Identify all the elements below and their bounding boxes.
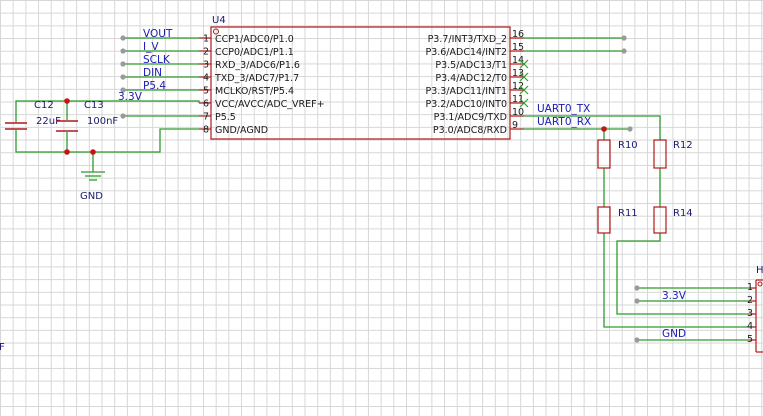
u4-pin-num: 10 bbox=[512, 107, 524, 118]
connector-pin-num: 4 bbox=[747, 321, 753, 332]
net-label-din: DIN bbox=[143, 67, 162, 79]
u4-pin-name: P3.6/ADC14/INT2 bbox=[425, 47, 507, 58]
capacitor-c12[interactable] bbox=[5, 122, 27, 130]
ground-symbol bbox=[81, 171, 105, 181]
net-endpoint[interactable] bbox=[634, 298, 640, 304]
u4-pin-name: P3.7/INT3/TXD_2 bbox=[428, 34, 507, 45]
net-label-3v3-connector: 3.3V bbox=[662, 290, 687, 302]
junction-dot bbox=[64, 98, 70, 104]
u4-pin-name: P3.1/ADC9/TXD bbox=[434, 112, 507, 123]
resistor-r12[interactable] bbox=[653, 139, 667, 169]
u4-pin-num: 13 bbox=[512, 68, 524, 79]
net-endpoint[interactable] bbox=[621, 35, 627, 41]
u4-pin-name: P5.5 bbox=[215, 112, 236, 123]
net-endpoint[interactable] bbox=[634, 337, 640, 343]
u4-pin-num: 15 bbox=[512, 42, 524, 53]
u4-pin-num: 11 bbox=[512, 94, 524, 105]
connector-pin1-marker bbox=[757, 281, 763, 287]
left-edge-fragment: F bbox=[0, 342, 5, 353]
u4-pin-name: P3.3/ADC11/INT1 bbox=[425, 86, 507, 97]
net-label-gnd-connector: GND bbox=[662, 328, 686, 340]
r14-ref: R14 bbox=[673, 208, 693, 219]
u4-pin-num: 1 bbox=[203, 34, 209, 45]
u4-pin-name: P3.5/ADC13/T1 bbox=[435, 60, 507, 71]
resistor-r14[interactable] bbox=[653, 206, 667, 234]
u4-pin-num: 2 bbox=[203, 47, 209, 58]
u4-pin-num: 16 bbox=[512, 29, 524, 40]
u4-pin-name: RXD_3/ADC6/P1.6 bbox=[215, 60, 300, 71]
u4-pin-name: MCLKO/RST/P5.4 bbox=[215, 86, 294, 97]
connector-pin-num: 1 bbox=[747, 282, 753, 293]
u4-pin-name: P3.2/ADC10/INT0 bbox=[425, 99, 507, 110]
u4-pin-name: P3.4/ADC12/T0 bbox=[435, 73, 507, 84]
u4-pin-num: 4 bbox=[203, 73, 209, 84]
u4-pin-num: 9 bbox=[512, 120, 518, 131]
r12-ref: R12 bbox=[673, 140, 693, 151]
net-label-sclk: SCLK bbox=[143, 54, 171, 66]
net-endpoint[interactable] bbox=[120, 113, 126, 119]
junction-dot bbox=[601, 126, 607, 132]
net-label-p5-4: P5.4 bbox=[143, 80, 166, 92]
junction-dot bbox=[64, 149, 70, 155]
net-endpoint[interactable] bbox=[120, 74, 126, 80]
resistor-r11[interactable] bbox=[597, 206, 611, 234]
c13-ref: C13 bbox=[84, 100, 104, 111]
u4-pin-num: 3 bbox=[203, 60, 209, 71]
u4-pin-name: TXD_3/ADC7/P1.7 bbox=[214, 73, 299, 84]
net-endpoint[interactable] bbox=[634, 285, 640, 291]
net-endpoint[interactable] bbox=[120, 48, 126, 54]
u4-pin-name: CCP1/ADC0/P1.0 bbox=[215, 34, 294, 45]
u4-ref: U4 bbox=[212, 15, 226, 26]
net-label-uart0-tx: UART0_TX bbox=[537, 103, 590, 115]
u4-pin-num: 5 bbox=[203, 86, 209, 97]
junction-dot bbox=[90, 149, 96, 155]
r11-ref: R11 bbox=[618, 208, 638, 219]
connector-ref: H bbox=[756, 265, 763, 276]
resistor-r10[interactable] bbox=[597, 139, 611, 169]
connector-pin-num: 3 bbox=[747, 308, 753, 319]
connector-pin-num: 2 bbox=[747, 295, 753, 306]
net-label-3v3: 3.3V bbox=[118, 91, 143, 103]
net-endpoint[interactable] bbox=[120, 61, 126, 67]
net-endpoint[interactable] bbox=[621, 48, 627, 54]
u4-pin-name: GND/AGND bbox=[215, 125, 268, 136]
u4-pin-num: 7 bbox=[203, 112, 209, 123]
net-endpoint[interactable] bbox=[120, 35, 126, 41]
c13-value: 100nF bbox=[87, 116, 118, 127]
connector-pin-num: 5 bbox=[747, 334, 753, 345]
u4-pin-name: P3.0/ADC8/RXD bbox=[433, 125, 507, 136]
schematic-canvas: U4 1 2 3 4 5 6 7 8 CCP1/ADC0/P1.0 CCP0/A… bbox=[0, 15, 763, 353]
u4-pin-name: CCP0/ADC1/P1.1 bbox=[215, 47, 294, 58]
net-endpoint[interactable] bbox=[627, 126, 633, 132]
c12-ref: C12 bbox=[34, 100, 54, 111]
r10-ref: R10 bbox=[618, 140, 638, 151]
net-label-i-v: I_V bbox=[143, 41, 159, 53]
u4-pin-num: 6 bbox=[203, 99, 209, 110]
u4-pin-name: VCC/AVCC/ADC_VREF+ bbox=[215, 99, 325, 110]
right-net-wires bbox=[524, 37, 750, 341]
net-label-uart0-rx: UART0_RX bbox=[537, 116, 591, 128]
u4-pin-num: 12 bbox=[512, 81, 524, 92]
u4-pin-num: 14 bbox=[512, 55, 524, 66]
u4-pin-num: 8 bbox=[203, 125, 209, 136]
net-label-vout: VOUT bbox=[143, 28, 173, 40]
gnd-label: GND bbox=[80, 191, 103, 202]
